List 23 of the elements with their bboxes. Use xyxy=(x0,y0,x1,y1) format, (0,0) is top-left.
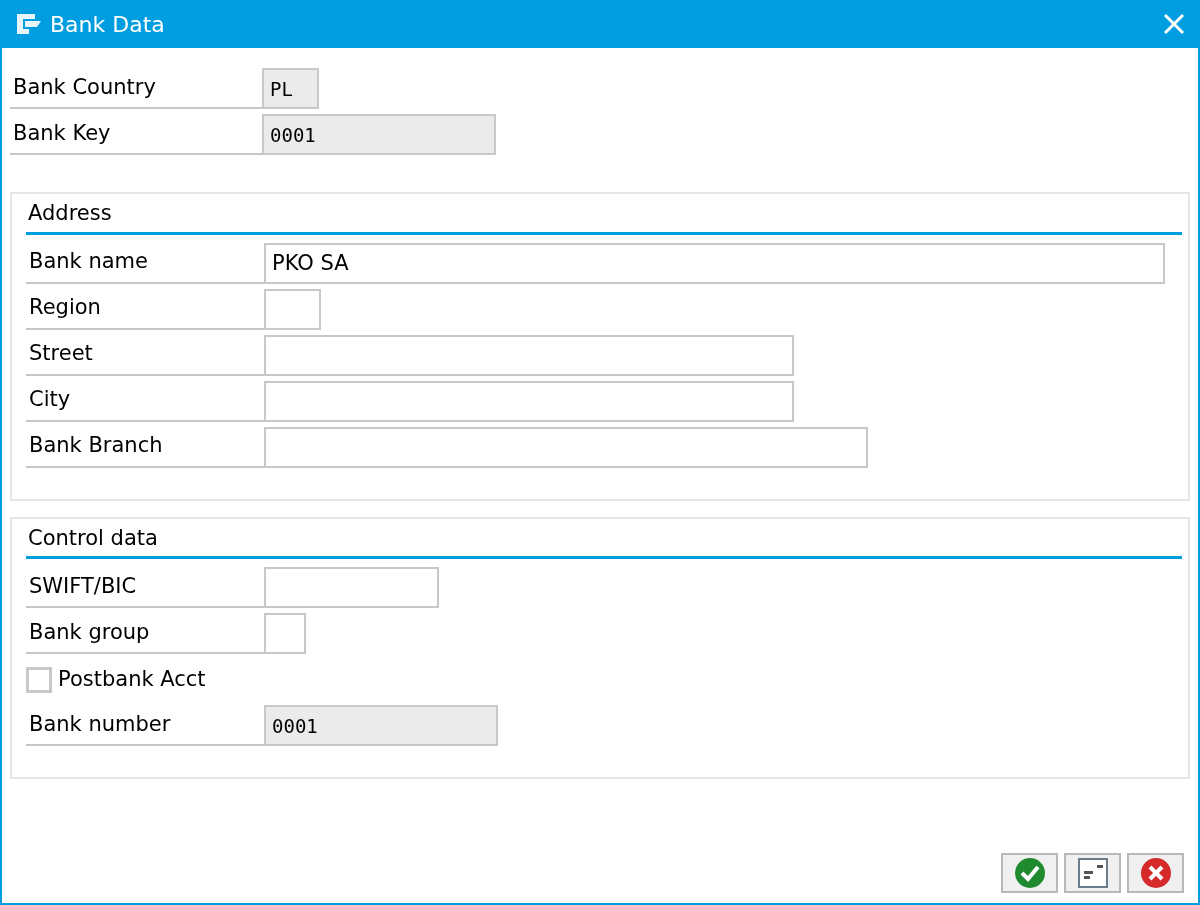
section-title: Control data xyxy=(26,518,1182,559)
checkbox[interactable] xyxy=(26,666,52,693)
input-field[interactable] xyxy=(264,567,439,608)
close-button[interactable] xyxy=(1162,11,1186,37)
input-field[interactable] xyxy=(264,613,306,654)
section-title: Address xyxy=(26,194,1182,235)
input-field[interactable] xyxy=(264,380,794,422)
input-field[interactable]: PL xyxy=(262,68,319,109)
input-field[interactable] xyxy=(264,288,321,330)
details-icon xyxy=(1076,857,1109,889)
window-title: Bank Data xyxy=(50,10,165,39)
input-field[interactable]: PKO SA xyxy=(264,242,1165,284)
confirm-button[interactable] xyxy=(1001,853,1058,893)
confirm-icon xyxy=(1013,857,1046,889)
input-field[interactable]: 0001 xyxy=(264,705,498,746)
input-field[interactable]: 0001 xyxy=(262,114,496,155)
cancel-icon xyxy=(1139,857,1172,889)
details-button[interactable] xyxy=(1064,853,1121,893)
window-icon xyxy=(16,13,42,35)
input-field[interactable] xyxy=(264,334,794,376)
checkbox-label: Postbank Acct xyxy=(58,665,206,693)
cancel-button[interactable] xyxy=(1127,853,1184,893)
input-field[interactable] xyxy=(264,426,868,468)
